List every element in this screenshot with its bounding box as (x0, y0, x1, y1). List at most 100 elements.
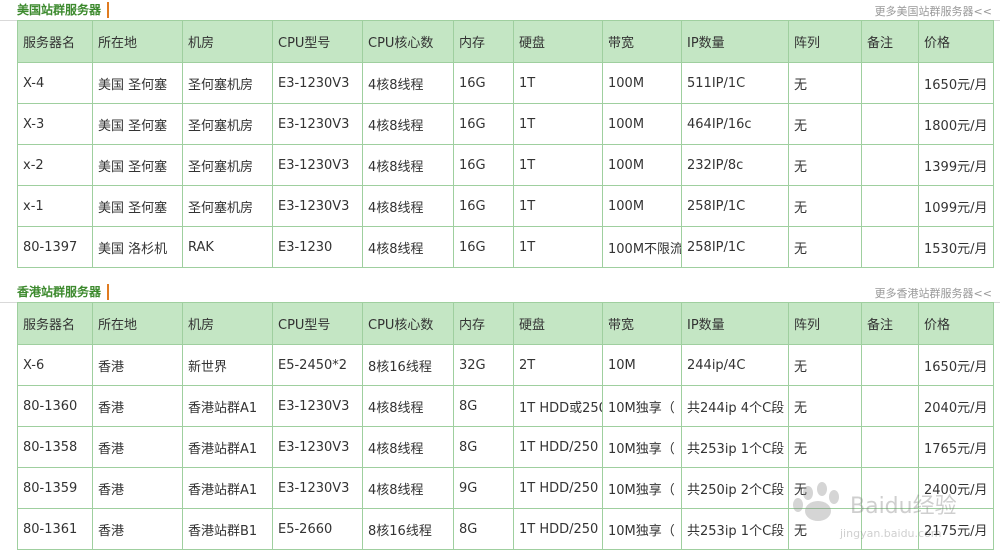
table-cell: 9G (453, 467, 514, 509)
table-cell: 香港 (92, 426, 183, 468)
table-cell: 1T (513, 103, 603, 145)
table-cell: 1530元/月 (918, 226, 994, 268)
hk-more-link[interactable]: 更多香港站群服务器<< (875, 285, 992, 301)
table-cell: 100M (602, 144, 682, 186)
table-cell: 16G (453, 144, 514, 186)
table-row: 80-1358 香港 香港站群A1 E3-1230V3 4核8线程 8G 1T HDD/25… (17, 426, 994, 468)
us-section-title: 美国站群服务器 (17, 2, 110, 18)
table-cell: 32G (453, 344, 514, 386)
table-cell: 2040元/月 (918, 385, 994, 427)
table-cell: E5-2450*2 (272, 344, 363, 386)
table-cell (861, 467, 919, 509)
us-section-header: 美国站群服务器 更多美国站群服务器<< (0, 0, 1000, 21)
table-cell: 无 (788, 467, 862, 509)
column-header: 机房 (182, 20, 273, 63)
table-cell: 80-1358 (17, 426, 93, 468)
column-header: IP数量 (681, 20, 789, 63)
table-cell: 美国 圣何塞 (92, 62, 183, 104)
table-cell (861, 426, 919, 468)
table-cell: 10M独享（ (602, 385, 682, 427)
table-row: X-3 美国 圣何塞 圣何塞机房 E3-1230V3 4核8线程 16G 1T 100M 464… (17, 103, 994, 145)
column-header: 内存 (453, 20, 514, 63)
table-cell: 464IP/16c (681, 103, 789, 145)
table-cell: 香港 (92, 385, 183, 427)
column-header: 备注 (861, 20, 919, 63)
hk-section-header: 香港站群服务器 更多香港站群服务器<< (0, 282, 1000, 303)
table-cell (861, 344, 919, 386)
table-cell: 16G (453, 103, 514, 145)
table-cell: 1399元/月 (918, 144, 994, 186)
table-row: X-4 美国 圣何塞 圣何塞机房 E3-1230V3 4核8线程 16G 1T 100M 511… (17, 62, 994, 104)
table-cell: E3-1230V3 (272, 144, 363, 186)
column-header: 内存 (453, 302, 514, 345)
table-cell: 香港站群A1 (182, 385, 273, 427)
table-cell: 4核8线程 (362, 385, 454, 427)
table-cell: 1T HDD/250 (513, 508, 603, 550)
table-cell (861, 385, 919, 427)
table-cell: RAK (182, 226, 273, 268)
table-cell: 无 (788, 385, 862, 427)
table-cell: 2400元/月 (918, 467, 994, 509)
table-cell: 共244ip 4个C段 (681, 385, 789, 427)
table-cell: 共250ip 2个C段 (681, 467, 789, 509)
table-cell: 80-1361 (17, 508, 93, 550)
table-cell: E3-1230 (272, 226, 363, 268)
table-cell: 圣何塞机房 (182, 62, 273, 104)
table-cell: 1T (513, 226, 603, 268)
table-cell: 无 (788, 62, 862, 104)
table-cell: 16G (453, 62, 514, 104)
table-cell: 1T HDD/250 (513, 467, 603, 509)
table-cell: X-3 (17, 103, 93, 145)
table-cell: 1T (513, 144, 603, 186)
table-cell: 232IP/8c (681, 144, 789, 186)
table-cell: 8G (453, 426, 514, 468)
table-cell: 美国 圣何塞 (92, 144, 183, 186)
table-cell: x-2 (17, 144, 93, 186)
us-server-section: 美国站群服务器 更多美国站群服务器<< 服务器名 所在地 机房 CPU型号 CPU核心数… (0, 0, 1000, 268)
column-header: 带宽 (602, 302, 682, 345)
table-cell: 10M独享（ (602, 467, 682, 509)
table-cell: 1650元/月 (918, 62, 994, 104)
table-header-row: 服务器名 所在地 机房 CPU型号 CPU核心数 内存 硬盘 带宽 IP数量 阵列 备注 价格 (17, 20, 994, 63)
table-cell: 1800元/月 (918, 103, 994, 145)
table-cell: 香港 (92, 344, 183, 386)
table-cell: 美国 圣何塞 (92, 185, 183, 227)
table-cell: 无 (788, 103, 862, 145)
table-cell: 4核8线程 (362, 426, 454, 468)
table-cell: 100M (602, 185, 682, 227)
table-cell: E3-1230V3 (272, 467, 363, 509)
table-cell: 8G (453, 385, 514, 427)
table-cell: X-4 (17, 62, 93, 104)
column-header: 硬盘 (513, 20, 603, 63)
table-cell: 244ip/4C (681, 344, 789, 386)
table-cell: 新世界 (182, 344, 273, 386)
table-cell: 共253ip 1个C段 (681, 426, 789, 468)
table-cell: 无 (788, 344, 862, 386)
column-header: CPU型号 (272, 302, 363, 345)
table-cell: 香港 (92, 508, 183, 550)
us-more-link[interactable]: 更多美国站群服务器<< (875, 3, 992, 19)
table-row: x-2 美国 圣何塞 圣何塞机房 E3-1230V3 4核8线程 16G 1T 100M 232… (17, 144, 994, 186)
column-header: CPU核心数 (362, 302, 454, 345)
table-cell: 8核16线程 (362, 344, 454, 386)
table-cell: 无 (788, 144, 862, 186)
table-cell: 100M (602, 62, 682, 104)
table-cell: 无 (788, 426, 862, 468)
column-header: CPU型号 (272, 20, 363, 63)
column-header: 硬盘 (513, 302, 603, 345)
column-header: 阵列 (788, 302, 862, 345)
hk-section-title: 香港站群服务器 (17, 284, 110, 300)
column-header: 带宽 (602, 20, 682, 63)
table-cell: 圣何塞机房 (182, 103, 273, 145)
table-cell: 16G (453, 226, 514, 268)
table-cell: 8G (453, 508, 514, 550)
table-row: 80-1397 美国 洛杉机 RAK E3-1230 4核8线程 16G 1T 100M不限流… (17, 226, 994, 268)
table-cell: 无 (788, 508, 862, 550)
column-header: 机房 (182, 302, 273, 345)
table-cell: 80-1397 (17, 226, 93, 268)
column-header: 所在地 (92, 302, 183, 345)
table-cell: 美国 洛杉机 (92, 226, 183, 268)
table-cell: 10M独享（ (602, 426, 682, 468)
table-cell: E3-1230V3 (272, 103, 363, 145)
table-cell: 圣何塞机房 (182, 144, 273, 186)
